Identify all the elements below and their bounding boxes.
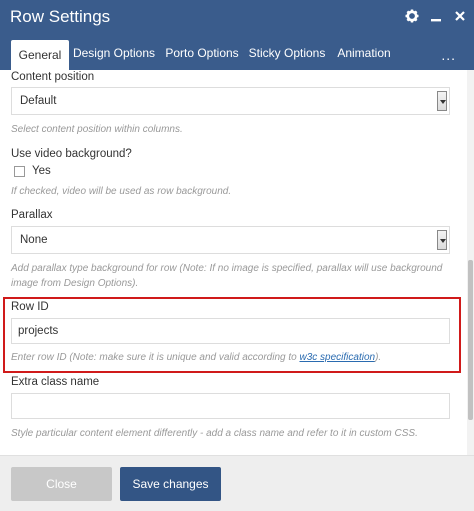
parallax-value: None <box>20 234 48 246</box>
tab-design-options[interactable]: Design Options <box>72 37 156 70</box>
dialog-footer: Close Save changes <box>0 455 474 511</box>
tab-animation[interactable]: Animation <box>333 37 395 70</box>
chevron-down-icon <box>437 230 447 250</box>
dialog-title: Row Settings <box>10 7 111 26</box>
row-id-help-text: Enter row ID (Note: make sure it is uniq… <box>11 352 300 363</box>
row-settings-dialog: Row Settings General Design Options Port… <box>0 0 474 511</box>
video-background-option: Yes <box>32 165 51 177</box>
row-id-help: Enter row ID (Note: make sure it is uniq… <box>11 350 381 365</box>
parallax-select[interactable]: None <box>11 226 450 254</box>
row-id-help-suffix: ). <box>375 352 382 363</box>
video-background-label: Use video background? <box>11 148 132 160</box>
form-content: Content position Default Select content … <box>0 70 474 455</box>
content-position-value: Default <box>20 95 57 107</box>
video-background-checkbox[interactable] <box>14 166 25 177</box>
row-id-input[interactable]: projects <box>11 318 450 344</box>
header-controls <box>404 6 468 26</box>
tab-sticky-options[interactable]: Sticky Options <box>248 37 326 70</box>
parallax-label: Parallax <box>11 209 53 221</box>
close-button[interactable]: Close <box>11 467 112 501</box>
extra-class-label: Extra class name <box>11 376 100 388</box>
content-position-select[interactable]: Default <box>11 87 450 115</box>
close-icon[interactable] <box>452 6 468 26</box>
parallax-help-line1: Add parallax type background for row (No… <box>11 263 443 274</box>
tab-porto-options[interactable]: Porto Options <box>162 37 242 70</box>
gear-icon[interactable] <box>404 6 420 26</box>
tab-general[interactable]: General <box>11 40 69 70</box>
extra-class-input[interactable] <box>11 393 450 419</box>
w3c-specification-link[interactable]: w3c specification <box>299 352 375 363</box>
video-background-help: If checked, video will be used as row ba… <box>11 186 232 197</box>
parallax-help-line2: image from Design Options). <box>11 278 139 289</box>
settings-tabs: General Design Options Porto Options Sti… <box>0 37 474 70</box>
more-tabs-icon[interactable]: ... <box>441 37 456 70</box>
dialog-header: Row Settings General Design Options Port… <box>0 0 474 70</box>
extra-class-help: Style particular content element differe… <box>11 428 418 439</box>
content-position-label: Content position <box>11 71 95 83</box>
content-scrollbar[interactable] <box>467 70 474 455</box>
content-position-help: Select content position within columns. <box>11 124 183 135</box>
row-id-label: Row ID <box>11 301 49 313</box>
scrollbar-thumb[interactable] <box>468 260 473 420</box>
minimize-icon[interactable] <box>428 6 444 26</box>
chevron-down-icon <box>437 91 447 111</box>
save-changes-button[interactable]: Save changes <box>120 467 221 501</box>
